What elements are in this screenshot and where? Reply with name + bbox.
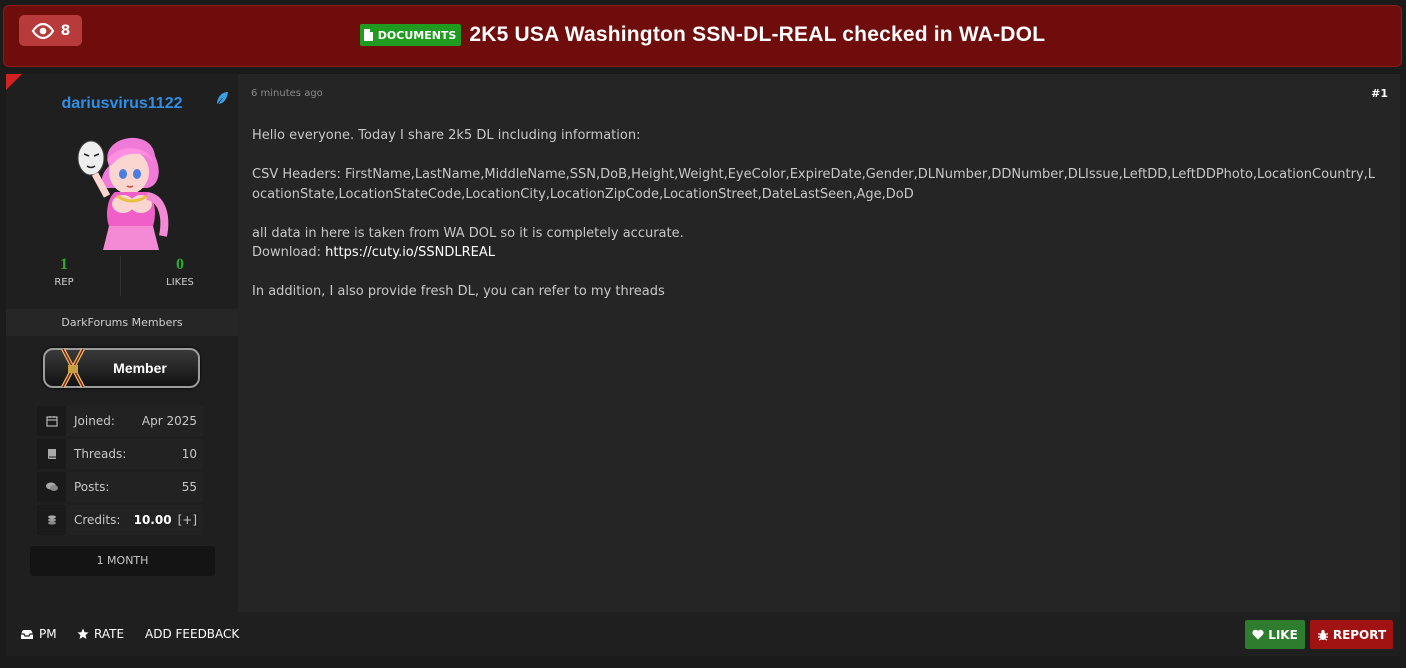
book-icon — [37, 439, 66, 469]
report-label: REPORT — [1332, 627, 1387, 642]
post-body: Hello everyone. Today I share 2k5 DL inc… — [252, 126, 1378, 321]
feedback-label: ADD FEEDBACK — [145, 627, 240, 641]
stat-divider — [120, 256, 121, 296]
posts-label: Posts: — [74, 480, 110, 494]
post-number-link[interactable]: #1 — [1371, 87, 1388, 100]
user-sidebar: dariusvirus1122 1 REP 0 LIKES DarkForums… — [6, 74, 238, 612]
comments-icon — [37, 472, 66, 502]
post: dariusvirus1122 1 REP 0 LIKES DarkForums… — [6, 74, 1400, 656]
post-accuracy: all data in here is taken from WA DOL so… — [252, 225, 684, 241]
post-csv-headers: CSV Headers: FirstName,LastName,MiddleNa… — [252, 167, 1376, 202]
pm-button[interactable]: PM — [20, 612, 57, 656]
posts-value: 55 — [181, 480, 197, 494]
post-intro: Hello everyone. Today I share 2k5 DL inc… — [252, 128, 641, 143]
category-label: DOCUMENTS — [377, 28, 457, 42]
reputation-stats: 1 REP 0 LIKES — [6, 256, 238, 296]
download-label: Download: — [252, 245, 326, 260]
likes-value: 0 — [176, 256, 184, 273]
thread-header: 8 DOCUMENTS 2K5 USA Washington SSN-DL-RE… — [3, 5, 1402, 67]
credits-row: Credits: 10.00 [+] — [37, 505, 203, 535]
rep-label: REP — [54, 277, 74, 288]
post-footer: PM RATE ADD FEEDBACK LIKE REPORT — [6, 612, 1400, 656]
rep-value: 1 — [60, 256, 68, 273]
post-timestamp[interactable]: 6 minutes ago — [251, 88, 323, 99]
thread-title: 2K5 USA Washington SSN-DL-REAL checked i… — [469, 23, 1046, 46]
rate-label: RATE — [94, 627, 125, 641]
subscription-badge: 1 MONTH — [30, 546, 215, 576]
report-button[interactable]: REPORT — [1310, 620, 1393, 649]
new-post-corner — [6, 74, 22, 90]
threads-row[interactable]: Threads: 10 — [37, 439, 203, 469]
like-label: LIKE — [1268, 627, 1298, 642]
calendar-icon — [37, 406, 66, 436]
coins-icon — [37, 505, 66, 535]
heart-icon — [1252, 629, 1264, 640]
download-link[interactable]: https://cuty.io/SSNDLREAL — [325, 245, 495, 260]
add-feedback-button[interactable]: ADD FEEDBACK — [145, 612, 239, 656]
likes-stat[interactable]: 0 LIKES — [122, 256, 238, 288]
category-badge[interactable]: DOCUMENTS — [359, 24, 462, 46]
rank-label: Member — [113, 360, 167, 376]
credits-label: Credits: — [74, 513, 121, 527]
joined-label: Joined: — [74, 414, 115, 428]
rep-stat[interactable]: 1 REP — [6, 256, 122, 288]
credits-value: 10.00 — [133, 513, 172, 527]
feather-icon — [217, 92, 228, 104]
threads-value: 10 — [181, 447, 197, 461]
like-button[interactable]: LIKE — [1245, 620, 1305, 649]
pm-label: PM — [39, 627, 57, 641]
post-download-para: all data in here is taken from WA DOL so… — [252, 224, 1378, 263]
star-icon — [77, 628, 89, 639]
user-avatar[interactable] — [67, 126, 177, 250]
bug-icon — [1317, 629, 1328, 641]
threads-label: Threads: — [74, 447, 127, 461]
user-group: DarkForums Members — [6, 309, 238, 336]
joined-value: Apr 2025 — [141, 414, 197, 428]
posts-row[interactable]: Posts: 55 — [37, 472, 203, 502]
credits-add-link[interactable]: [+] — [178, 513, 197, 527]
inbox-icon — [21, 629, 33, 639]
title-row: DOCUMENTS 2K5 USA Washington SSN-DL-REAL… — [4, 23, 1401, 47]
likes-label: LIKES — [166, 277, 194, 288]
rank-badge: Member — [43, 348, 200, 388]
joined-row: Joined: Apr 2025 — [37, 406, 203, 436]
crossed-swords-icon — [61, 348, 85, 388]
post-addition: In addition, I also provide fresh DL, yo… — [252, 284, 665, 299]
document-icon — [363, 29, 373, 41]
rate-button[interactable]: RATE — [77, 612, 124, 656]
username[interactable]: dariusvirus1122 — [6, 95, 238, 113]
